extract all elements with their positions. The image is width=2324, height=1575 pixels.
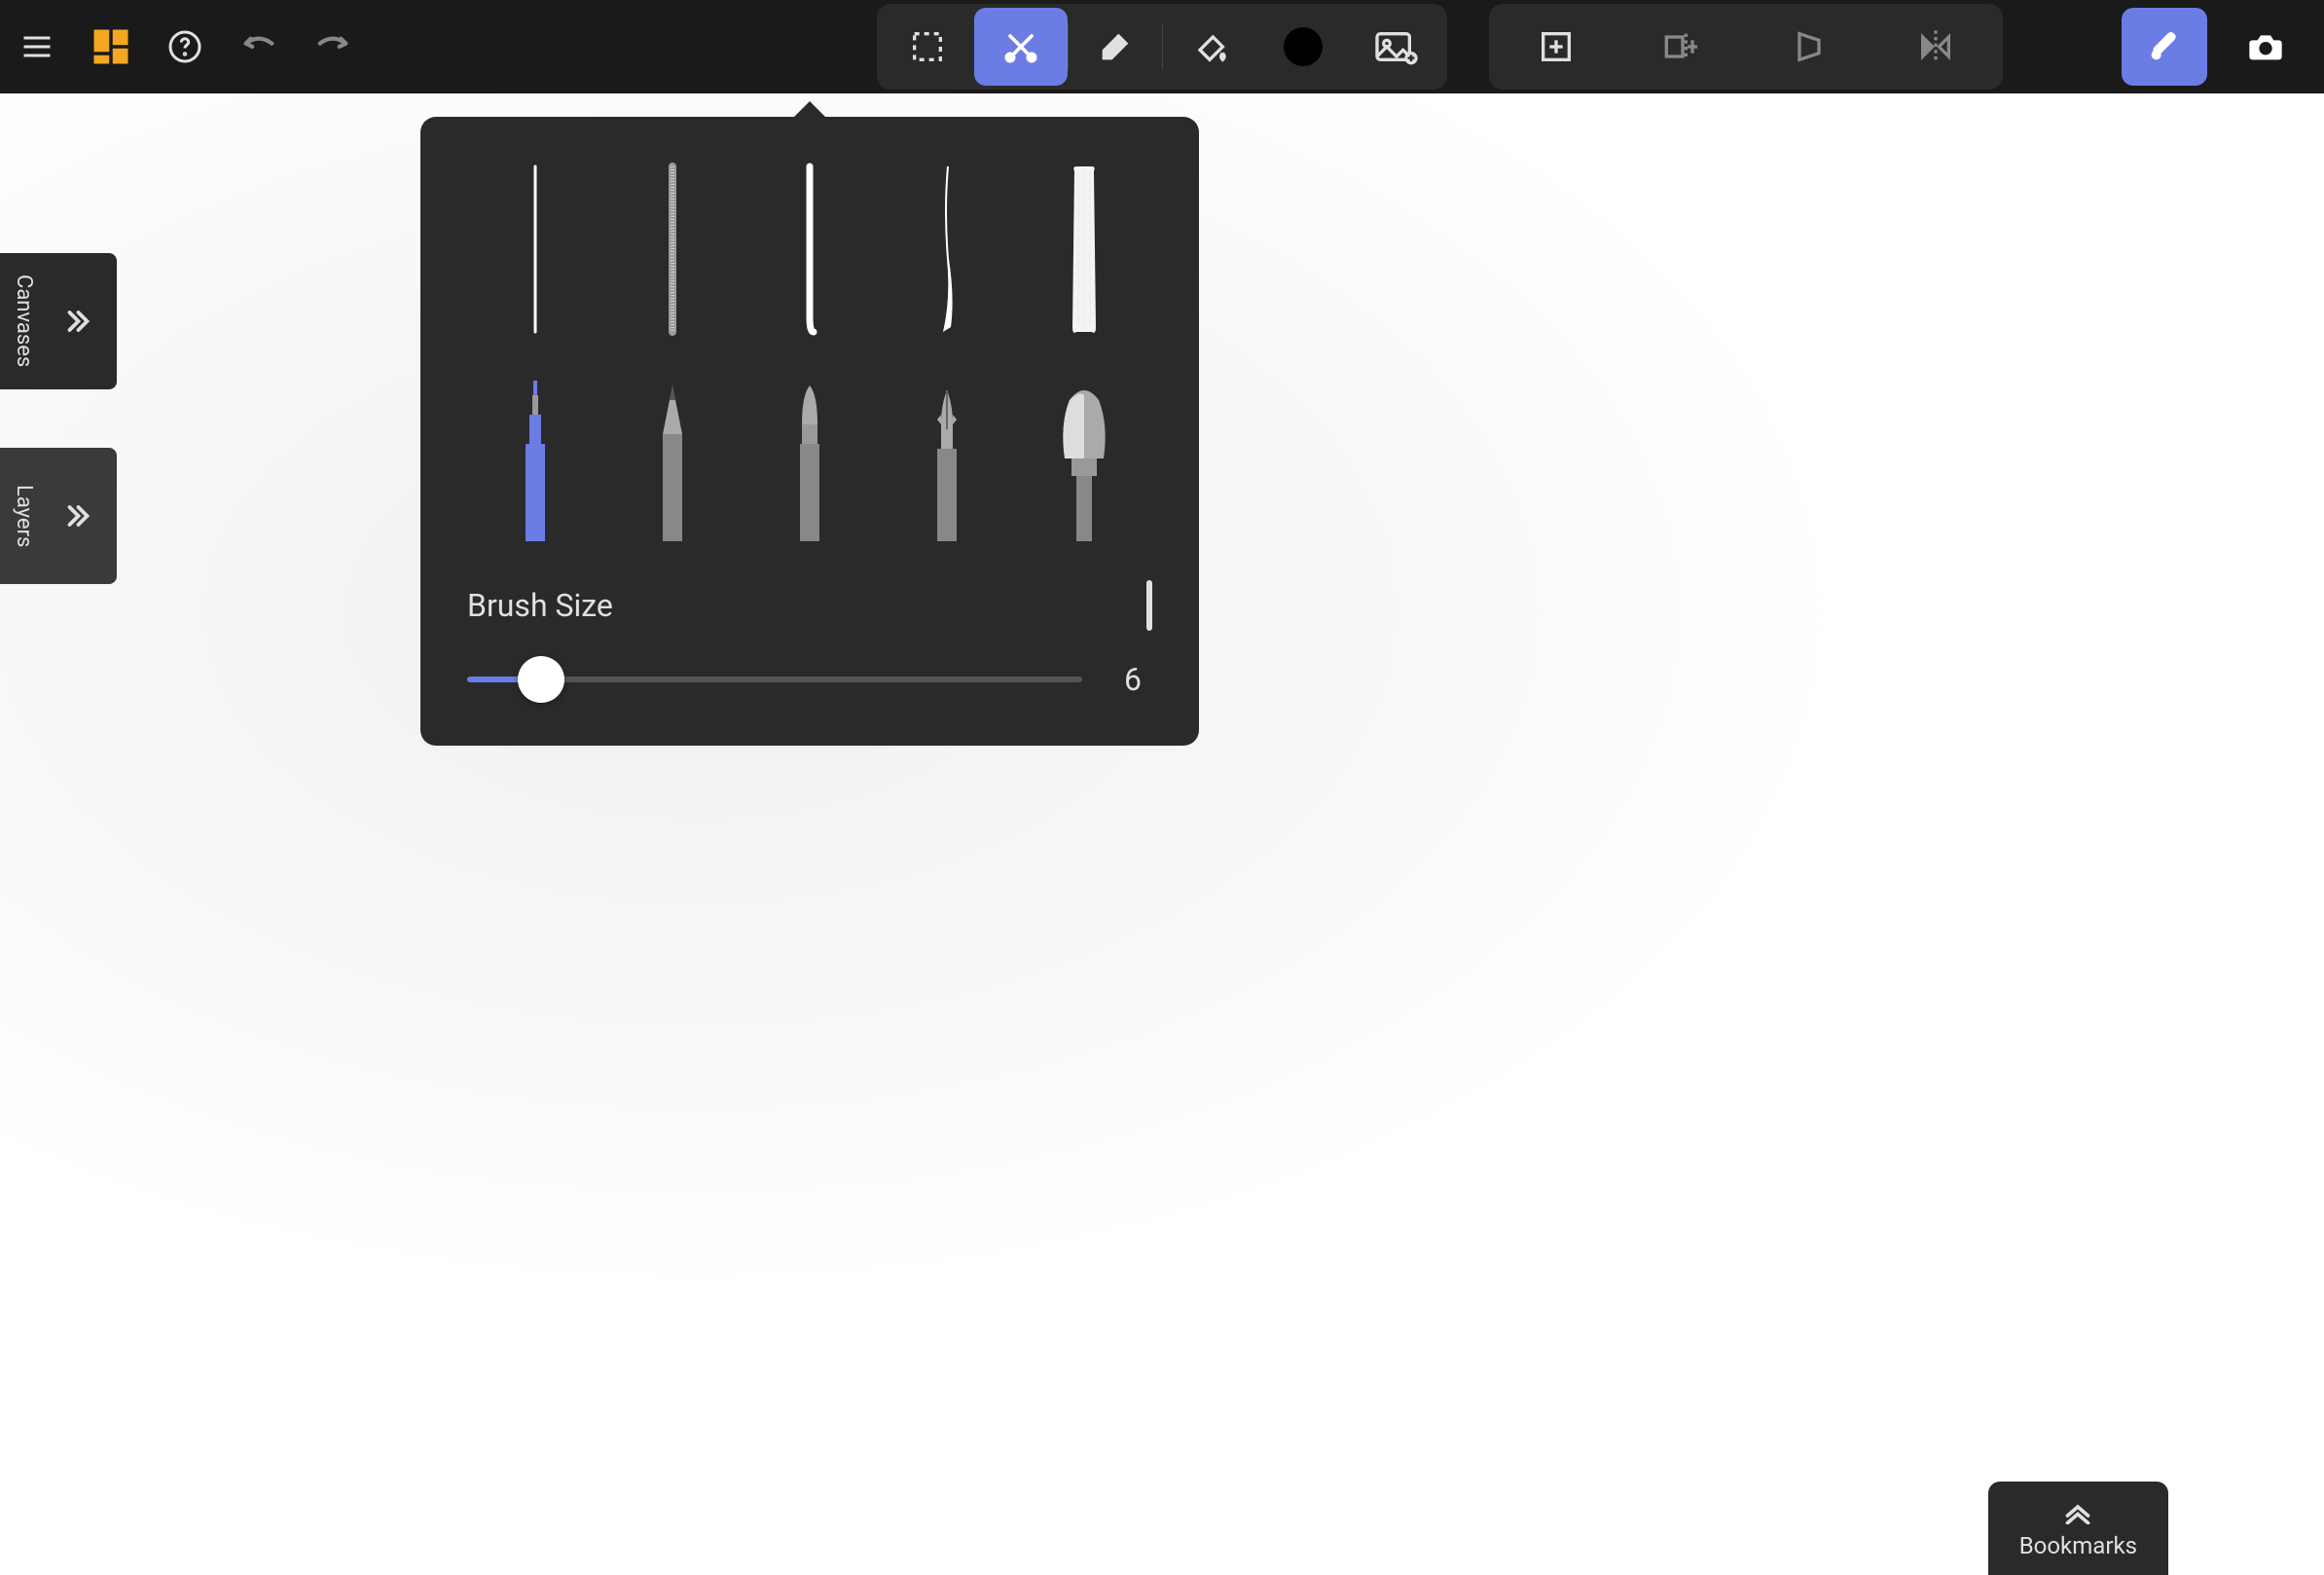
add-page-tool[interactable] bbox=[1493, 8, 1619, 86]
split-icon bbox=[1661, 27, 1704, 66]
brush-stroke-calligraphy[interactable] bbox=[889, 162, 1005, 337]
brush-settings-popup: Brush Size 6 bbox=[420, 117, 1199, 746]
expand-icon bbox=[59, 498, 94, 533]
brush-paint[interactable] bbox=[1026, 376, 1143, 541]
menu-button[interactable] bbox=[16, 25, 58, 68]
brush-calligraphy[interactable] bbox=[889, 376, 1005, 541]
image-tool[interactable] bbox=[1350, 8, 1443, 86]
current-color-indicator bbox=[1284, 27, 1323, 66]
stroke-preview-icon bbox=[663, 162, 682, 337]
redo-button[interactable] bbox=[311, 25, 354, 68]
brush-tool-icon bbox=[999, 25, 1042, 68]
toolbar-center-right bbox=[1489, 4, 2003, 90]
stroke-preview-icon bbox=[935, 162, 959, 337]
add-page-icon bbox=[1537, 27, 1576, 66]
toolbar-center bbox=[877, 4, 1447, 90]
marker-icon bbox=[786, 376, 833, 541]
calligraphy-icon bbox=[924, 376, 970, 541]
undo-button[interactable] bbox=[237, 25, 280, 68]
stroke-preview-icon bbox=[526, 162, 545, 337]
app-logo[interactable] bbox=[90, 25, 132, 68]
eraser-icon bbox=[1096, 27, 1135, 66]
brush-pencil[interactable] bbox=[614, 376, 731, 541]
brush-marker[interactable] bbox=[751, 376, 868, 541]
fill-tool[interactable] bbox=[1163, 8, 1256, 86]
transform-icon bbox=[1790, 27, 1829, 66]
expand-icon bbox=[59, 304, 94, 339]
slider-thumb[interactable] bbox=[518, 656, 564, 703]
help-button[interactable] bbox=[163, 25, 206, 68]
canvases-panel-tab[interactable]: Canvases bbox=[0, 253, 117, 389]
brush-size-slider-row: 6 bbox=[467, 660, 1152, 699]
fill-icon bbox=[1190, 27, 1229, 66]
brush-stroke-previews bbox=[467, 152, 1152, 347]
layers-panel-tab[interactable]: Layers bbox=[0, 448, 117, 584]
brush-stroke-pencil[interactable] bbox=[614, 162, 731, 337]
brush-stroke-marker[interactable] bbox=[751, 162, 868, 337]
paint-brush-icon bbox=[1050, 376, 1118, 541]
bookmarks-button[interactable]: Bookmarks bbox=[1988, 1482, 2168, 1575]
brush-size-section: Brush Size 6 bbox=[467, 580, 1152, 699]
color-picker[interactable] bbox=[1256, 8, 1350, 86]
toolbar-left bbox=[16, 25, 354, 68]
brush-type-icons bbox=[467, 366, 1152, 541]
split-tool[interactable] bbox=[1619, 8, 1746, 86]
select-tool[interactable] bbox=[881, 8, 974, 86]
secondary-tool-group bbox=[1489, 4, 2003, 90]
logo-icon bbox=[91, 26, 131, 67]
image-icon bbox=[1373, 27, 1420, 66]
select-icon bbox=[908, 27, 947, 66]
mirror-tool[interactable] bbox=[1872, 8, 1999, 86]
eraser-tool[interactable] bbox=[1069, 8, 1162, 86]
canvases-label: Canvases bbox=[12, 275, 36, 367]
pencil-icon bbox=[649, 376, 696, 541]
toolbar-right bbox=[2122, 8, 2308, 86]
help-icon bbox=[167, 29, 202, 64]
brush-size-value: 6 bbox=[1113, 661, 1152, 698]
top-toolbar bbox=[0, 0, 2324, 93]
brush-stroke-fineliner[interactable] bbox=[477, 162, 594, 337]
fineliner-icon bbox=[512, 376, 559, 541]
camera-icon bbox=[2244, 27, 2287, 66]
undo-icon bbox=[239, 27, 278, 66]
main-tool-group bbox=[877, 4, 1447, 90]
camera-button[interactable] bbox=[2223, 8, 2308, 86]
menu-icon bbox=[19, 29, 54, 64]
stroke-preview-icon bbox=[800, 162, 819, 337]
brush-size-preview bbox=[1146, 580, 1152, 631]
chevron-up-icon bbox=[2060, 1501, 2095, 1524]
brush-stroke-paint[interactable] bbox=[1026, 162, 1143, 337]
redo-icon bbox=[313, 27, 352, 66]
bookmarks-label: Bookmarks bbox=[2019, 1532, 2137, 1559]
brush-size-slider[interactable] bbox=[467, 660, 1082, 699]
stroke-preview-icon bbox=[1065, 162, 1104, 337]
transform-tool[interactable] bbox=[1746, 8, 1872, 86]
brush-size-label: Brush Size bbox=[467, 587, 613, 624]
quick-brush-button[interactable] bbox=[2122, 8, 2207, 86]
quick-brush-icon bbox=[2145, 27, 2184, 66]
brush-fineliner[interactable] bbox=[477, 376, 594, 541]
brush-tool[interactable] bbox=[974, 8, 1068, 86]
layers-label: Layers bbox=[12, 485, 36, 547]
brush-size-header: Brush Size bbox=[467, 580, 1152, 631]
mirror-icon bbox=[1916, 27, 1955, 66]
